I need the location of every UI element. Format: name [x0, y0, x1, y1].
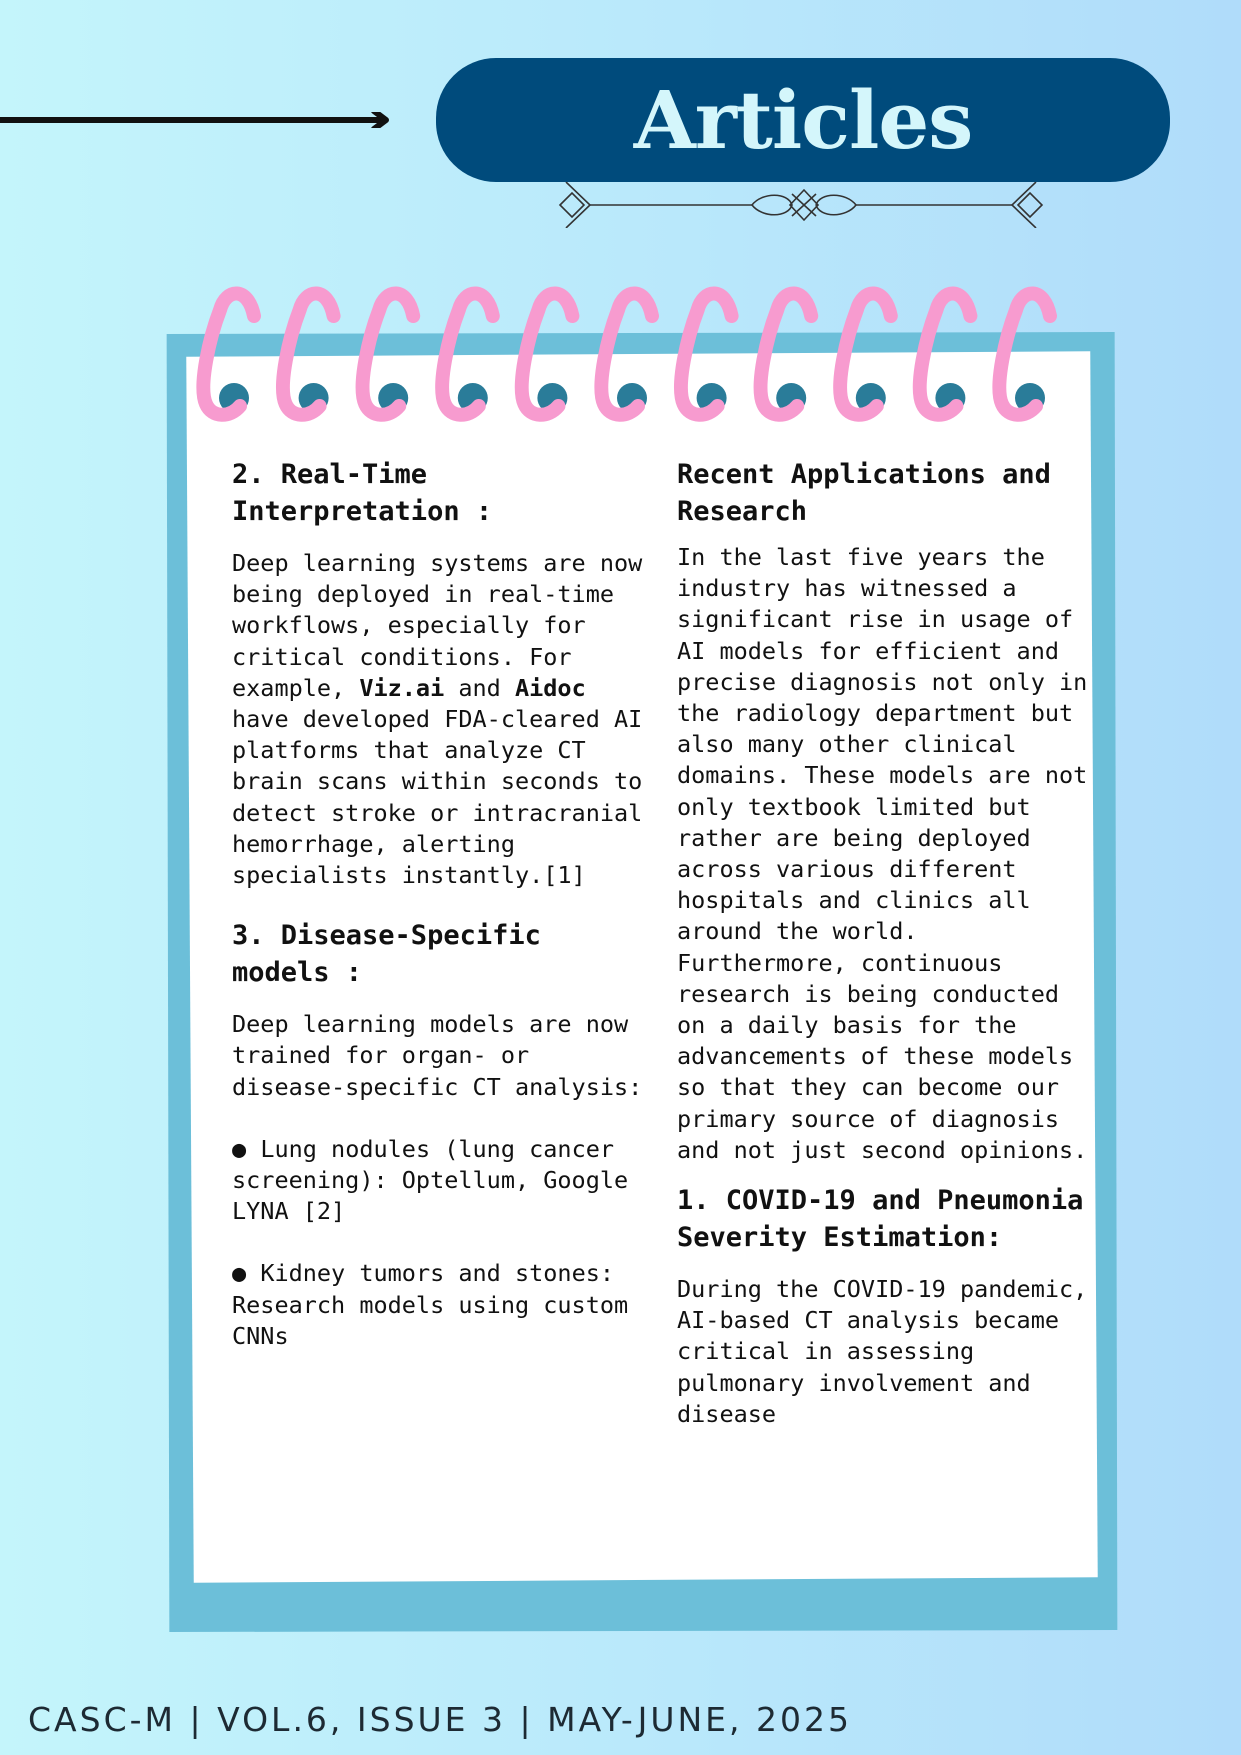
section-heading-recent-applications: Recent Applications and Research [677, 459, 1051, 527]
recent-applications-paragraph: In the last five years the industry has … [677, 543, 1102, 1164]
spiral-ring-icon [435, 286, 500, 422]
section-heading-covid: 1. COVID-19 and Pneumonia Severity Estim… [677, 1185, 1084, 1254]
covid-paragraph: During the COVID-19 pandemic, AI-based C… [677, 1275, 1102, 1428]
right-column: Recent Applications and Research In the … [677, 456, 1097, 1448]
bullet-icon: ● [232, 1259, 247, 1288]
spiral-ring-icon [753, 286, 819, 422]
spiral-ring-icon [912, 286, 978, 422]
page-title: Articles [633, 73, 974, 167]
list-item: ● Kidney tumors and stones: Research mod… [232, 1258, 652, 1352]
footer-issue-info: CASC-M | VOL.6, ISSUE 3 | MAY-JUNE, 2025 [28, 1700, 852, 1739]
para-text: and [444, 673, 515, 702]
spiral-ring-icon [833, 286, 898, 422]
real-time-paragraph: Deep learning systems are now being depl… [232, 548, 652, 891]
spiral-rings [196, 286, 1057, 422]
spiral-ring-icon [514, 286, 580, 422]
ornament-divider-icon [558, 182, 1044, 228]
bold-term-vizai: Viz.ai [359, 673, 445, 702]
para-text: have developed FDA-cleared AI platforms … [232, 673, 657, 890]
bold-term-aidoc: Aidoc [514, 673, 586, 702]
spiral-ring-icon [196, 286, 261, 422]
left-column: 2. Real-Time Interpretation : Deep learn… [232, 456, 652, 1383]
spiral-ring-icon [276, 286, 341, 422]
title-banner: Articles [436, 58, 1170, 182]
list-item-text: Lung nodules (lung cancer screening): Op… [232, 1134, 629, 1226]
spiral-ring-icon [594, 286, 659, 422]
arrow-right-icon [0, 112, 389, 128]
section-heading-disease-specific: 3. Disease-Specific models : [232, 920, 541, 989]
section-heading-real-time: 2. Real-Time Interpretation : [232, 459, 493, 527]
bullet-icon: ● [232, 1134, 247, 1163]
spiral-ring-icon [674, 286, 739, 422]
spiral-ring-icon [355, 286, 421, 422]
spiral-ring-icon [992, 286, 1057, 422]
disease-specific-intro: Deep learning models are now trained for… [232, 1010, 643, 1101]
list-item-text: Kidney tumors and stones: Research model… [232, 1259, 629, 1350]
list-item: ● Lung nodules (lung cancer screening): … [232, 1134, 652, 1228]
